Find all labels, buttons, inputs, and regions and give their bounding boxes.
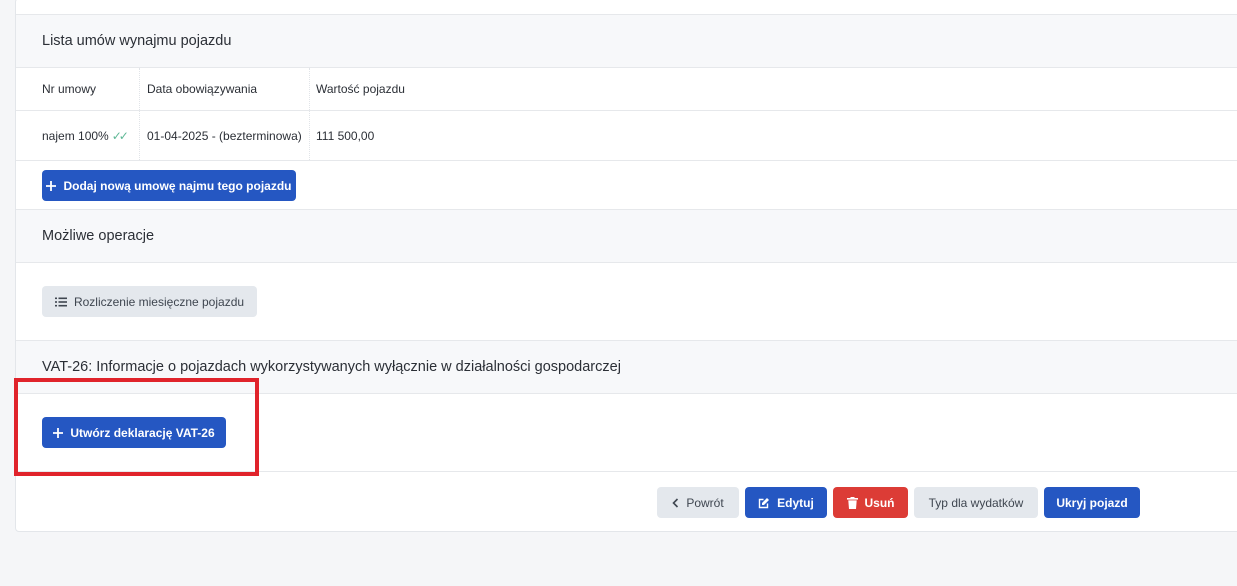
vat26-section-title: VAT-26: Informacje o pojazdach wykorzyst…	[42, 359, 621, 375]
vehicle-value: 111 500,00	[316, 128, 375, 143]
column-header-value: Wartość pojazdu	[316, 82, 405, 96]
monthly-settlement-button[interactable]: Rozliczenie miesięczne pojazdu	[42, 286, 257, 317]
contracts-section-title: Lista umów wynajmu pojazdu	[42, 33, 232, 49]
column-header-number: Nr umowy	[42, 82, 97, 96]
operations-section-title: Możliwe operacje	[42, 228, 155, 244]
edit-icon	[758, 497, 770, 509]
operations-section-header: Możliwe operacje	[16, 209, 1237, 263]
expense-type-label: Typ dla wydatków	[928, 495, 1024, 510]
contract-number: najem 100%	[42, 128, 109, 143]
add-contract-label: Dodaj nową umowę najmu tego pojazdu	[63, 178, 292, 193]
hide-vehicle-button[interactable]: Ukryj pojazd	[1044, 487, 1140, 518]
monthly-settlement-label: Rozliczenie miesięczne pojazdu	[73, 294, 245, 309]
hide-vehicle-label: Ukryj pojazd	[1056, 495, 1128, 510]
edit-label: Edytuj	[777, 495, 814, 510]
double-check-icon: ✓✓	[111, 128, 129, 143]
list-icon	[54, 297, 67, 307]
column-separator	[139, 68, 140, 160]
delete-button[interactable]: Usuń	[833, 487, 908, 518]
add-contract-button[interactable]: Dodaj nową umowę najmu tego pojazdu	[42, 170, 296, 201]
trash-icon	[846, 496, 858, 509]
back-label: Powrót	[686, 495, 724, 510]
contract-number-cell[interactable]: najem 100% ✓✓	[42, 111, 129, 160]
table-divider	[16, 160, 1237, 161]
back-button[interactable]: Powrót	[657, 487, 739, 518]
contracts-section-header: Lista umów wynajmu pojazdu	[16, 14, 1237, 68]
column-header-dates: Data obowiązywania	[147, 82, 258, 96]
column-separator	[309, 68, 310, 160]
expense-type-button[interactable]: Typ dla wydatków	[914, 487, 1038, 518]
delete-label: Usuń	[864, 495, 895, 510]
highlight-box	[14, 378, 259, 476]
contract-dates: 01-04-2025 - (bezterminowa)	[147, 128, 302, 143]
chevron-left-icon	[672, 497, 679, 508]
edit-button[interactable]: Edytuj	[745, 487, 827, 518]
plus-icon	[46, 180, 57, 191]
